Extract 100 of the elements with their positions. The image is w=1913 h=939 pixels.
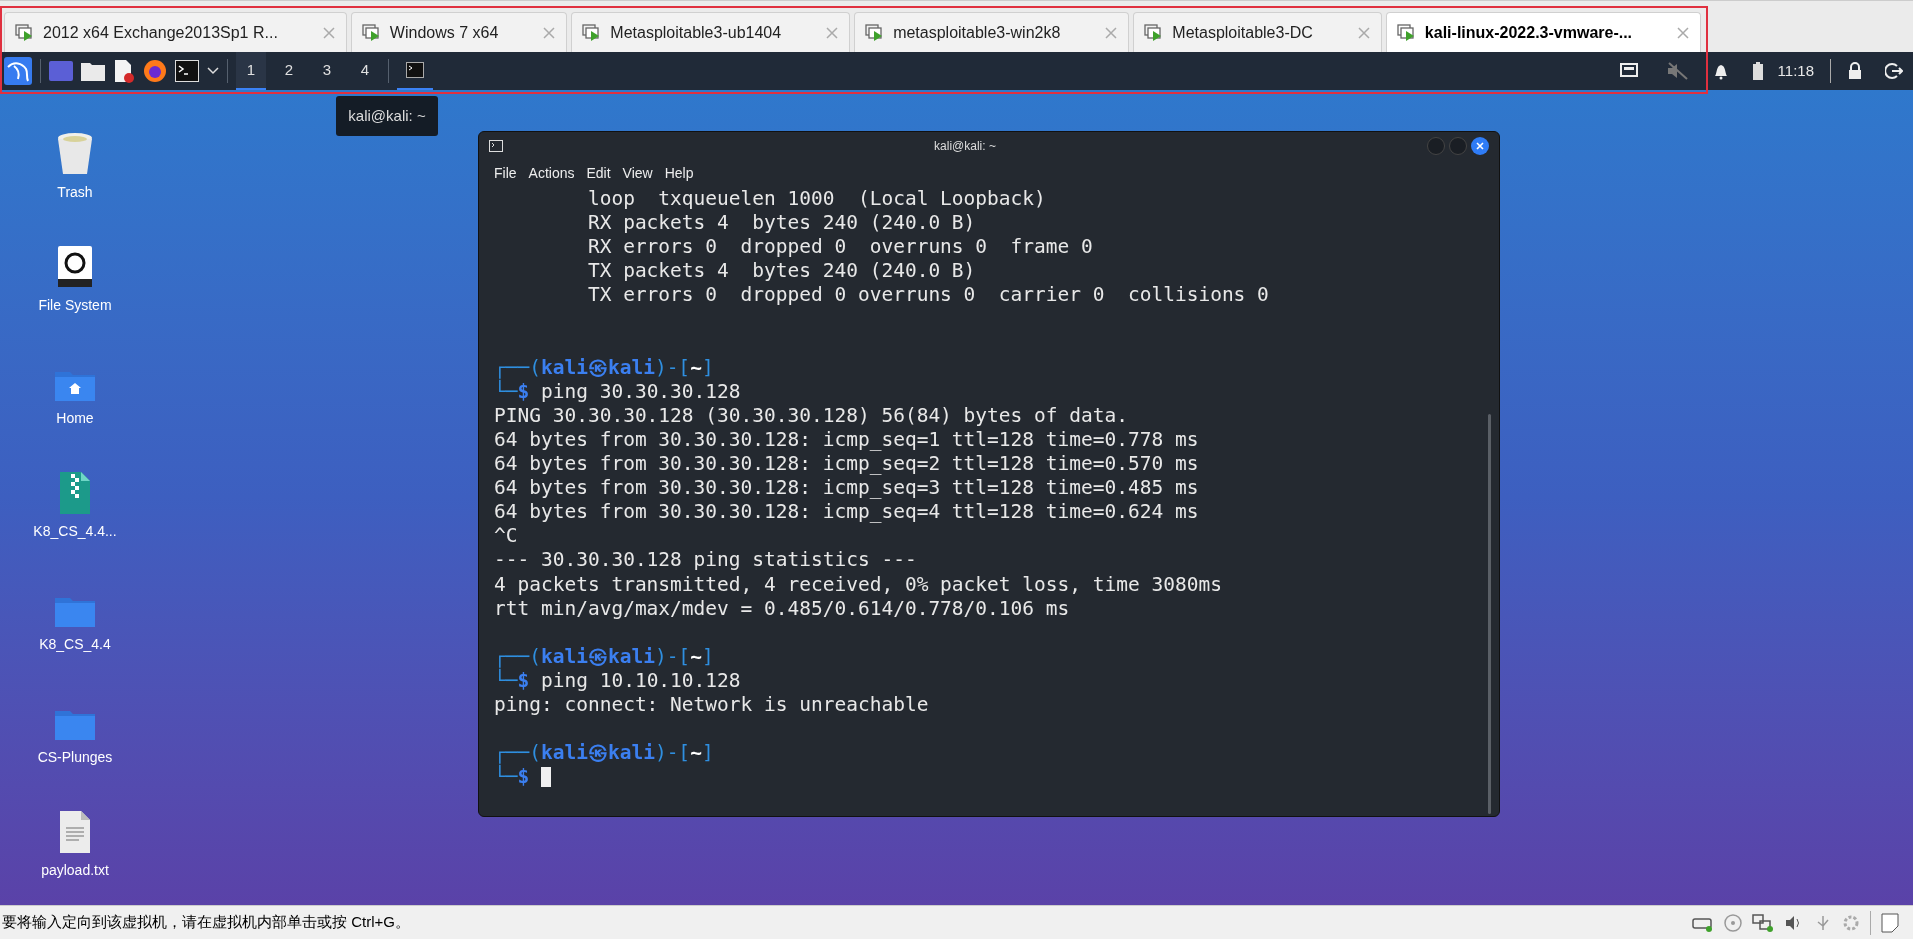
terminal-output-line: --- 30.30.30.128 ping statistics ---	[494, 548, 917, 573]
terminal-output-line: 64 bytes from 30.30.30.128: icmp_seq=4 ttl=128 time=0.624 ms	[494, 500, 1199, 525]
trash-icon	[55, 132, 95, 176]
terminal-output-line: rtt min/avg/max/mdev = 0.485/0.614/0.778/0.106 ms	[494, 596, 1070, 621]
close-button[interactable]	[1471, 137, 1489, 155]
prompt-path: ~	[690, 741, 702, 766]
vm-icon	[1396, 23, 1417, 42]
menu-item[interactable]: File	[494, 162, 517, 184]
status-message: 要将输入定向到该虚拟机，请在虚拟机内部单击或按 Ctrl+G。	[2, 912, 411, 933]
window-title: kali@kali: ~	[933, 138, 997, 155]
scrollbar-thumb[interactable]	[1488, 414, 1491, 814]
vm-tab-label: Windows 7 x64	[389, 22, 499, 43]
desktop-icon-label[interactable]: Trash	[57, 182, 93, 203]
terminal-output-line: 64 bytes from 30.30.30.128: icmp_seq=1 ttl=128 time=0.778 ms	[494, 427, 1199, 453]
vm-tab[interactable]: Metasploitable3-ub1404	[571, 12, 851, 52]
browser-icon[interactable]	[143, 59, 167, 83]
logout-icon[interactable]	[1885, 62, 1903, 80]
terminal-icon	[489, 140, 503, 152]
disc-icon[interactable]	[1724, 913, 1742, 932]
prompt-frame: )-[	[654, 644, 691, 669]
workspace-button[interactable]: 1	[236, 52, 266, 90]
terminal-icon[interactable]	[175, 60, 199, 82]
vm-icon	[15, 23, 35, 42]
home-folder-icon	[54, 370, 96, 402]
network-icon[interactable]	[1619, 63, 1638, 79]
terminal-output-line: loop txqueuelen 1000 (Local Loopback)	[586, 187, 1046, 212]
terminal-output-line: RX errors 0 dropped 0 overruns 0 frame 0	[586, 235, 1093, 260]
desktop-icon-label[interactable]: K8_CS_4.4...	[33, 521, 117, 542]
archive-icon	[59, 471, 91, 515]
chevron-down-icon[interactable]	[207, 67, 219, 75]
close-icon[interactable]	[1676, 25, 1691, 40]
menu-item[interactable]: Edit	[586, 162, 611, 184]
terminal-output-line: 64 bytes from 30.30.30.128: icmp_seq=3 ttl=128 time=0.485 ms	[494, 476, 1199, 501]
lock-icon[interactable]	[1847, 62, 1863, 80]
terminal-output-line: 4 packets transmitted, 4 received, 0% packet loss, time 3080ms	[494, 572, 1222, 597]
menu-item[interactable]: View	[622, 162, 653, 184]
prompt-user: kali㉿kali	[540, 741, 655, 766]
drive-icon	[57, 245, 93, 289]
text-file-icon	[59, 810, 91, 854]
prompt-frame: )-[	[654, 741, 691, 766]
tooltip: kali@kali: ~	[336, 96, 438, 136]
vm-tab-label: Metasploitable3-ub1404	[610, 22, 782, 43]
workspace-button[interactable]: 3	[312, 52, 342, 90]
prompt-frame: └─	[494, 379, 518, 404]
vm-tab-label: Metasploitable3-DC	[1172, 22, 1313, 43]
document-icon[interactable]	[113, 59, 135, 83]
close-icon	[1476, 142, 1484, 150]
terminal-output-line: ^C	[494, 524, 518, 549]
terminal-output-line: ping: connect: Network is unreachable	[494, 692, 929, 718]
vm-tab-label: kali-linux-2022.3-vmware-...	[1424, 22, 1633, 43]
desktop-icon-label[interactable]: payload.txt	[41, 860, 109, 881]
desktop-icon-label[interactable]: CS-Plunges	[37, 747, 113, 768]
prompt-symbol: $	[517, 379, 530, 404]
vm-tab[interactable]: Windows 7 x64	[350, 12, 568, 52]
terminal-output-line: RX packets 4 bytes 240 (240.0 B)	[586, 211, 976, 236]
menu-item[interactable]: Help	[664, 162, 694, 184]
prompt-frame: ┌──(	[494, 355, 541, 380]
prompt-frame: ┌──(	[494, 644, 541, 669]
battery-icon[interactable]	[1751, 61, 1764, 81]
folder-icon	[54, 596, 96, 628]
vm-tab[interactable]: kali-linux-2022.3-vmware-...	[1385, 12, 1702, 52]
menu-item[interactable]: Actions	[528, 162, 575, 184]
prompt-frame: ]	[701, 741, 714, 766]
prompt-frame: ┌──(	[494, 741, 541, 766]
clock[interactable]: 11:18	[1777, 59, 1814, 83]
prompt-frame: └─	[494, 668, 518, 693]
vm-tab[interactable]: 2012 x64 Exchange2013Sp1 R...	[4, 12, 347, 52]
desktop-icon-label[interactable]: Home	[56, 408, 94, 429]
terminal-output-line: TX errors 0 dropped 0 overruns 0 carrier 0 collisions 0	[586, 283, 1269, 308]
desktop-icon-label[interactable]: File System	[38, 295, 112, 316]
prompt-frame: ]	[701, 644, 714, 669]
network-adapter-icon[interactable]	[1752, 913, 1774, 932]
vm-tab-label: 2012 x64 Exchange2013Sp1 R...	[43, 22, 278, 43]
prompt-path: ~	[690, 355, 702, 380]
folder-icon	[54, 709, 96, 741]
vm-icon	[361, 23, 382, 42]
note-icon[interactable]	[1881, 912, 1899, 933]
prompt-symbol: $	[517, 668, 530, 693]
desktop-icon-label[interactable]: K8_CS_4.4	[39, 634, 111, 655]
workspace-button[interactable]: 2	[274, 52, 304, 90]
prompt-user: kali㉿kali	[540, 644, 655, 669]
vm-tab-label: metasploitable3-win2k8	[893, 22, 1061, 43]
prompt-user: kali㉿kali	[540, 355, 655, 380]
prompt-path: ~	[690, 644, 702, 669]
command-text: ping 30.30.30.128	[539, 379, 741, 404]
terminal-output-line: 64 bytes from 30.30.30.128: icmp_seq=2 ttl=128 time=0.570 ms	[494, 452, 1199, 477]
folder-icon[interactable]	[81, 61, 105, 81]
terminal-output-line: PING 30.30.30.128 (30.30.30.128) 56(84) bytes of data.	[494, 403, 1128, 428]
terminal-output-line: TX packets 4 bytes 240 (240.0 B)	[586, 259, 976, 284]
muted-speaker-icon[interactable]	[1665, 61, 1690, 81]
vm-tab[interactable]: Metasploitable3-DC	[1133, 12, 1382, 52]
workspace-button[interactable]: 4	[350, 52, 380, 90]
prompt-frame: ]	[701, 355, 714, 380]
prompt-symbol: $	[517, 765, 530, 790]
dragon-logo-icon[interactable]	[4, 57, 32, 85]
prompt-frame: └─	[494, 765, 518, 790]
terminal-icon	[406, 62, 424, 78]
vm-tab[interactable]: metasploitable3-win2k8	[854, 12, 1130, 52]
prompt-frame: )-[	[654, 355, 691, 380]
command-text: ping 10.10.10.128	[539, 668, 741, 693]
